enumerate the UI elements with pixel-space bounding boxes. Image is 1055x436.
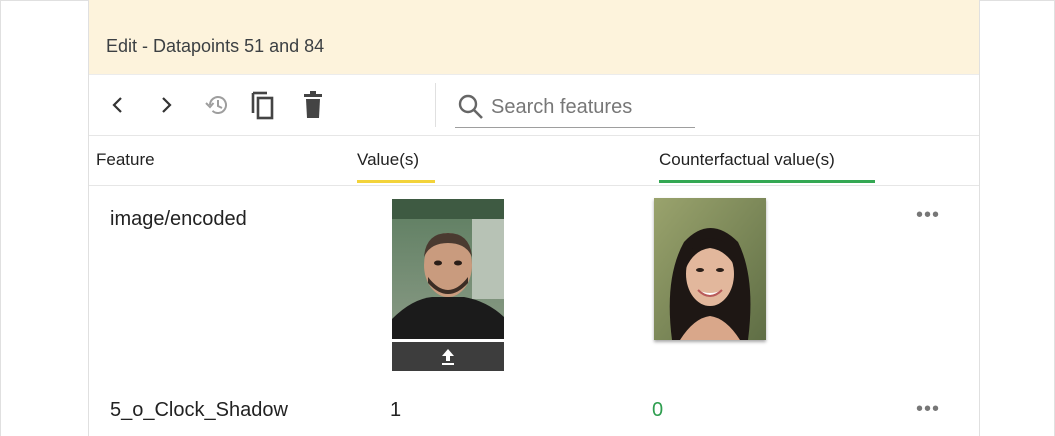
delete-button[interactable] [299,89,327,121]
panel-header: Edit - Datapoints 51 and 84 [89,0,979,75]
header-divider [89,185,979,186]
upload-icon [442,348,454,365]
feature-value[interactable]: 1 [390,399,401,422]
toolbar [89,75,979,136]
prev-datapoint-button[interactable] [107,89,129,121]
duplicate-button[interactable] [247,89,279,121]
history-icon [205,96,227,114]
next-datapoint-button[interactable] [155,89,177,121]
person-photo [392,199,504,339]
counterfactual-underline [659,180,875,183]
trash-icon [304,91,322,118]
counterfactual-image [654,198,766,340]
value-image [392,199,504,339]
more-options-icon[interactable]: ••• [916,398,940,421]
upload-image-button[interactable] [392,342,504,371]
column-header-counterfactual: Counterfactual value(s) [659,150,835,169]
values-underline [357,180,435,183]
search-icon [458,94,483,119]
person-photo [654,198,766,340]
edit-panel: Edit - Datapoints 51 and 84 Search featu… [88,0,980,436]
feature-name: image/encoded [110,208,247,230]
column-header-feature: Feature [96,150,155,169]
panel-title: Edit - Datapoints 51 and 84 [106,36,325,56]
more-options-icon[interactable]: ••• [916,204,940,227]
search-box[interactable] [455,89,695,128]
counterfactual-value: 0 [652,399,664,421]
toolbar-divider [435,83,436,127]
chevron-right-icon [162,97,172,113]
reset-history-button[interactable] [201,89,233,121]
chevron-left-icon [112,97,122,113]
column-header-values: Value(s) [357,150,420,169]
copy-icon [251,91,274,120]
search-input[interactable] [489,89,693,125]
feature-name: 5_o_Clock_Shadow [110,399,288,421]
